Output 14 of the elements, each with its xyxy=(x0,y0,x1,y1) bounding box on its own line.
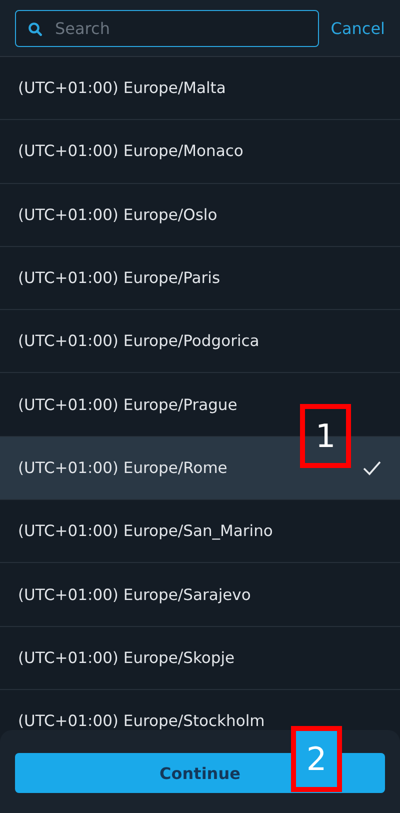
check-icon xyxy=(362,460,382,476)
timezone-item[interactable]: (UTC+01:00) Europe/Malta xyxy=(0,57,400,120)
timezone-item[interactable]: (UTC+01:00) Europe/Skopje xyxy=(0,626,400,690)
annotation-marker: 2 xyxy=(291,726,342,792)
timezone-item[interactable]: (UTC+01:00) Europe/Oslo xyxy=(0,184,400,247)
timezone-item[interactable]: (UTC+01:00) Europe/Podgorica xyxy=(0,310,400,374)
timezone-item[interactable]: (UTC+01:00) Europe/Sarajevo xyxy=(0,563,400,627)
timezone-item[interactable]: (UTC+01:00) Europe/Paris xyxy=(0,246,400,310)
cancel-link[interactable]: Cancel xyxy=(330,18,385,38)
search-field[interactable]: Search xyxy=(15,10,319,46)
timezone-item[interactable]: (UTC+01:00) Europe/San_Marino xyxy=(0,500,400,564)
timezone-item[interactable]: (UTC+01:00) Europe/Monaco xyxy=(0,120,400,184)
annotation-marker: 1 xyxy=(300,404,351,468)
search-icon xyxy=(28,22,42,36)
